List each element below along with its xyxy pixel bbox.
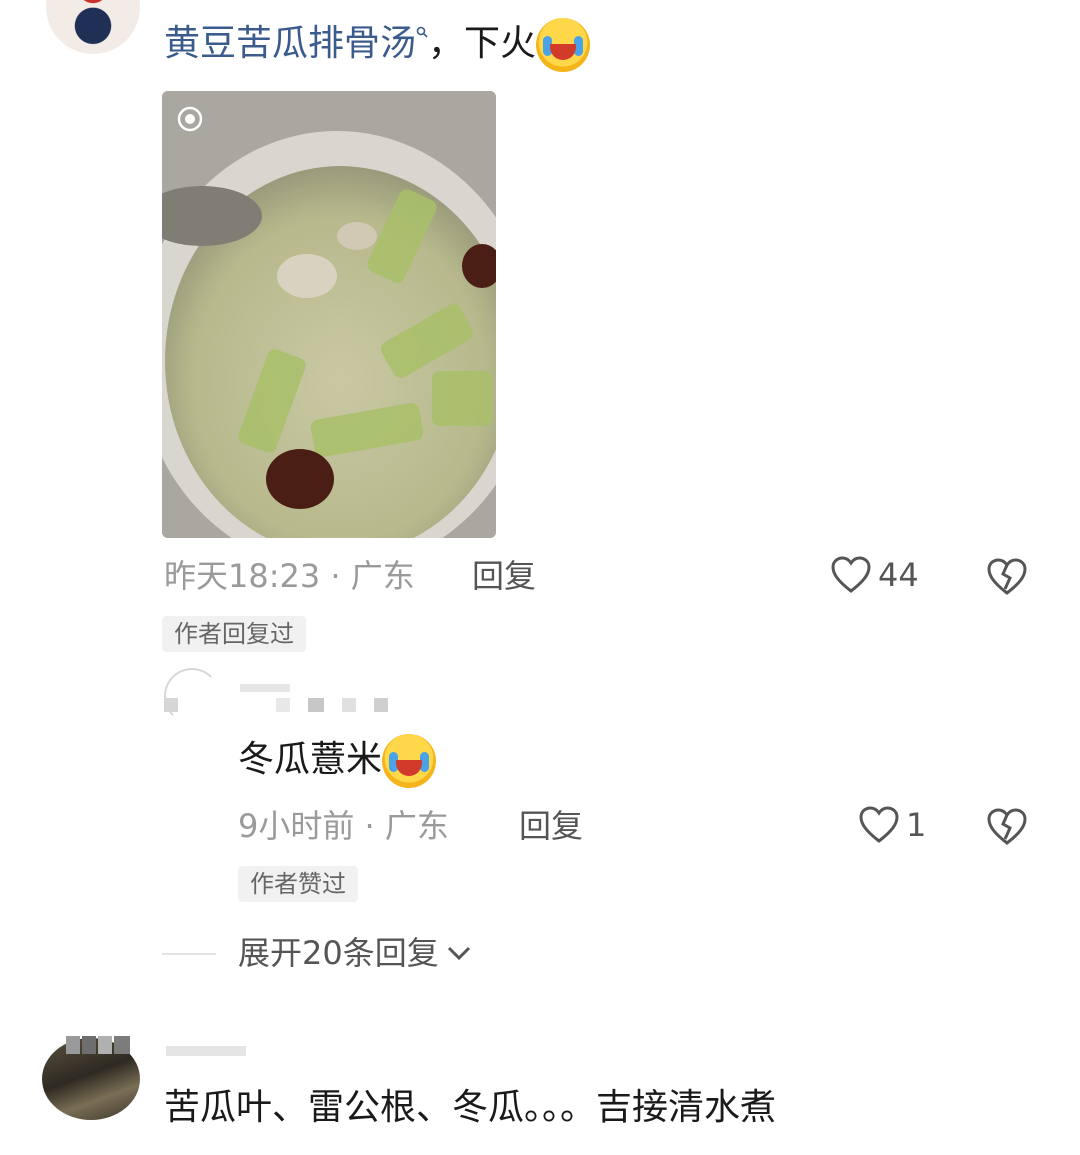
obscured-username (308, 698, 324, 712)
obscured-username (66, 1036, 80, 1054)
broken-heart-icon (987, 808, 1027, 845)
like-button[interactable]: 44 (830, 555, 919, 595)
obscured-username (240, 684, 290, 692)
author-liked-badge: 作者赞过 (238, 866, 358, 902)
reply-text: 冬瓜薏米 (238, 730, 437, 790)
reply-meta: 9小时前 · 广东 (238, 807, 449, 845)
reply-avatar[interactable] (164, 668, 220, 724)
obscured-username (374, 698, 388, 712)
obscured-username (166, 1046, 246, 1056)
obscured-username (164, 698, 178, 712)
like-button[interactable]: 1 (858, 805, 926, 845)
like-count: 44 (878, 556, 919, 594)
reply-location: 广东 (384, 807, 449, 845)
expand-replies-button[interactable]: 展开20条回复 (238, 933, 473, 973)
topic-link[interactable]: 黄豆苦瓜排骨汤 (164, 23, 416, 64)
obscured-username (98, 1036, 112, 1054)
comment-photo[interactable] (162, 91, 496, 538)
heart-icon (831, 556, 871, 593)
reply-time: 9小时前 (238, 807, 355, 845)
obscured-username (82, 1036, 96, 1054)
obscured-username (276, 698, 290, 712)
reply-button[interactable]: 回复 (472, 556, 536, 596)
chevron-down-icon (447, 946, 470, 961)
like-count: 1 (906, 806, 927, 844)
reply-body: 冬瓜薏米 (238, 739, 383, 780)
comment-text: 苦瓜叶、雷公根、冬瓜。。。吉接清水煮 (164, 1087, 777, 1128)
obscured-username (342, 698, 356, 712)
expand-replies-label: 展开20条回复 (238, 934, 439, 972)
dislike-button[interactable] (986, 807, 1028, 851)
search-icon (416, 26, 428, 38)
avatar[interactable] (46, 0, 140, 54)
emoji-crying-icon (536, 18, 591, 72)
emoji-crying-icon (382, 734, 437, 788)
comment-text: 黄豆苦瓜排骨汤 ，下火 (164, 14, 591, 74)
dislike-button[interactable] (986, 557, 1028, 601)
author-replied-badge: 作者回复过 (162, 616, 306, 652)
comment-location: 广东 (350, 557, 415, 595)
reply-button[interactable]: 回复 (519, 806, 583, 846)
divider (162, 953, 216, 955)
comment-suffix: ，下火 (428, 23, 537, 64)
comment-time: 昨天18:23 (164, 557, 321, 595)
broken-heart-icon (987, 558, 1027, 595)
obscured-username (114, 1036, 130, 1054)
heart-icon (859, 806, 899, 843)
comment-meta: 昨天18:23 · 广东 (164, 557, 415, 595)
